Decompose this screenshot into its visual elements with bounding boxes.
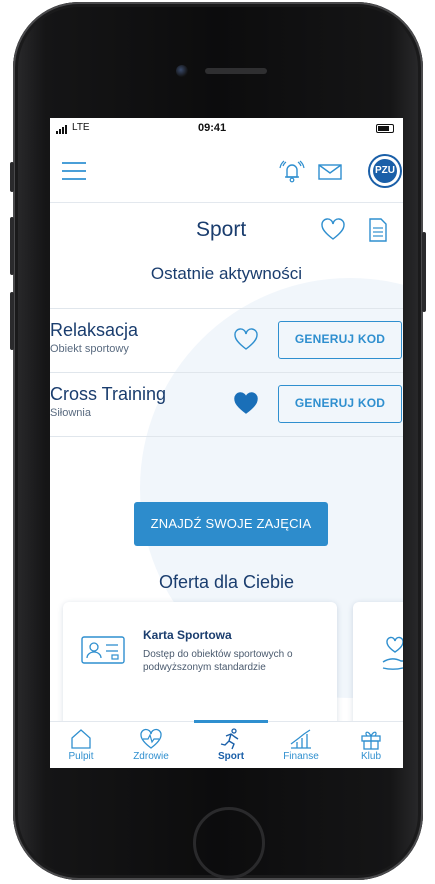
activity-row: Relaksacja Obiekt sportowy GENERUJ KOD (50, 308, 403, 372)
tab-label: Klub (360, 751, 381, 762)
divider (50, 436, 403, 437)
volume-down-button (10, 292, 14, 350)
battery-icon (376, 124, 394, 133)
heart-hand-icon (381, 634, 403, 679)
mail-icon[interactable] (318, 164, 342, 185)
home-button[interactable] (193, 807, 265, 879)
recent-activities-heading: Ostatnie aktywności (150, 264, 303, 283)
app-header: PZU (50, 140, 403, 203)
document-icon[interactable] (368, 218, 388, 247)
tab-pulpit[interactable]: Pulpit (52, 722, 110, 768)
volume-up-button (10, 217, 14, 275)
heart-filled-icon[interactable] (233, 392, 259, 421)
tab-zdrowie[interactable]: Zdrowie (122, 722, 180, 768)
clock: 09:41 (198, 122, 227, 134)
find-classes-button[interactable]: ZNAJDŹ SWOJE ZAJĘCIA (134, 502, 328, 546)
power-button (422, 232, 426, 312)
carrier-label: LTE (72, 122, 90, 133)
offer-heading: Oferta dla Ciebie (158, 572, 295, 592)
app-screen: LTE 09:41 PZU Sport Ostatnie aktywności … (50, 118, 403, 768)
favorites-heart-icon[interactable] (320, 218, 346, 247)
signal-icon (56, 125, 67, 134)
page-title: Sport (196, 218, 247, 241)
bottom-tab-bar: Pulpit Zdrowie Sport Finanse Klub (50, 720, 403, 768)
activity-title: Relaksacja (50, 320, 139, 340)
generate-code-button[interactable]: GENERUJ KOD (278, 385, 402, 423)
tab-label: Sport (217, 751, 245, 762)
tab-label: Finanse (283, 751, 319, 762)
offer-card[interactable]: Karta Sportowa Dostęp do obiektów sporto… (63, 602, 337, 732)
offer-card-title: Karta Sportowa (143, 628, 232, 642)
activity-row: Cross Training Siłownia GENERUJ KOD (50, 372, 403, 436)
activity-subtitle: Obiekt sportowy (50, 343, 129, 355)
menu-icon[interactable] (62, 162, 86, 186)
activity-subtitle: Siłownia (50, 407, 91, 419)
tab-klub[interactable]: Klub (342, 722, 400, 768)
notification-bell-icon[interactable] (278, 158, 306, 189)
pzu-logo[interactable]: PZU (370, 156, 400, 186)
earpiece-speaker (205, 68, 267, 74)
home-icon (71, 729, 91, 749)
heart-outline-icon[interactable] (233, 328, 259, 357)
gift-icon (361, 731, 381, 750)
chart-icon (290, 729, 311, 749)
status-bar: LTE 09:41 (50, 118, 403, 140)
activity-title: Cross Training (50, 384, 167, 404)
tab-label: Zdrowie (133, 751, 169, 762)
generate-code-button[interactable]: GENERUJ KOD (278, 321, 402, 359)
mute-switch (10, 162, 14, 192)
id-card-icon (81, 636, 125, 671)
runner-icon (220, 728, 239, 750)
heart-pulse-icon (140, 728, 162, 749)
tab-label: Pulpit (68, 751, 94, 762)
tab-finanse[interactable]: Finanse (272, 722, 330, 768)
tab-sport[interactable]: Sport (202, 722, 260, 768)
offer-card-description: Dostęp do obiektów sportowych o podwyższ… (143, 649, 293, 673)
front-camera (176, 65, 188, 77)
offer-card[interactable] (353, 602, 403, 732)
